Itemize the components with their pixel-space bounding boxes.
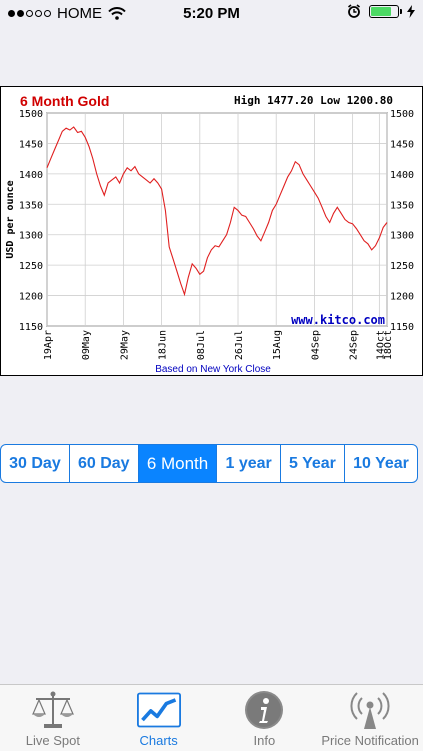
x-tick-label: 09May [81, 330, 92, 360]
tab-label: Live Spot [25, 733, 80, 748]
y-tick-label-right: 1250 [390, 261, 414, 272]
gold-chart: 1150 1150 1200 1200 1250 1250 1300 1300 1350 1350… [0, 86, 423, 376]
status-bar: HOME 5:20 PM [0, 0, 423, 28]
chart-high-low: High 1477.20 Low 1200.80 [234, 94, 393, 107]
charging-bolt-icon [407, 4, 415, 18]
x-axis-note: Based on New York Close [155, 364, 271, 375]
x-tick-label: 29May [119, 330, 130, 360]
tab-charts[interactable]: Charts [106, 685, 212, 751]
y-tick-label: 1150 [19, 322, 43, 333]
x-tick-label: 04Sep [310, 330, 321, 360]
y-tick-label: 1200 [19, 292, 43, 303]
x-tick-label: 19Apr [43, 330, 54, 360]
tab-info[interactable]: Info [212, 685, 318, 751]
segment-30-day[interactable]: 30 Day [1, 445, 70, 482]
y-tick-label-right: 1500 [390, 109, 414, 120]
info-icon [242, 690, 286, 730]
segment-1-year[interactable]: 1 year [217, 445, 281, 482]
x-tick-label: 18Jun [158, 330, 169, 360]
y-tick-label: 1250 [19, 261, 43, 272]
tab-bar: Live Spot Charts Info Price Notification [0, 684, 423, 751]
alarm-icon [348, 4, 360, 18]
tab-label: Price Notification [321, 733, 419, 748]
x-tick-label: 18Oct [383, 330, 394, 360]
kitco-watermark: www.kitco.com [291, 313, 385, 327]
segment-5-year[interactable]: 5 Year [281, 445, 346, 482]
y-tick-label-right: 1450 [390, 139, 414, 150]
y-tick-label: 1300 [19, 231, 43, 242]
tab-label: Charts [139, 733, 178, 748]
status-right [347, 4, 415, 18]
segment-10-year[interactable]: 10 Year [345, 445, 417, 482]
y-axis-label: USD per ounce [5, 180, 16, 258]
y-tick-label: 1500 [19, 109, 43, 120]
chart-title: 6 Month Gold [20, 93, 109, 109]
segment-6-month[interactable]: 6 Month [138, 445, 218, 482]
broadcast-tower-icon [348, 690, 392, 730]
y-tick-label-right: 1350 [390, 200, 414, 211]
tab-live-spot[interactable]: Live Spot [0, 685, 106, 751]
x-tick-label: 08Jul [196, 330, 207, 360]
x-tick-label: 24Sep [349, 330, 360, 360]
y-tick-label: 1450 [19, 139, 43, 150]
chart-svg: 1150 11501200 12001250 12501300 13001350 1350… [5, 93, 414, 375]
y-tick-label: 1350 [19, 200, 43, 211]
tab-label: Info [253, 733, 276, 748]
y-tick-label-right: 1400 [390, 170, 414, 181]
segment-60-day[interactable]: 60 Day [70, 445, 139, 482]
plot-area [46, 112, 388, 327]
chart-icon [136, 690, 181, 730]
y-tick-label: 1400 [19, 170, 43, 181]
timeframe-segmented-control: 30 Day 60 Day 6 Month 1 year 5 Year 10 Year [0, 444, 418, 483]
x-tick-label: 15Aug [272, 330, 283, 360]
scale-icon [31, 690, 75, 730]
tab-price-notification[interactable]: Price Notification [317, 685, 423, 751]
x-tick-label: 26Jul [234, 330, 245, 360]
y-tick-label-right: 1200 [390, 292, 414, 303]
y-tick-label-right: 1300 [390, 231, 414, 242]
battery-icon [369, 4, 402, 18]
